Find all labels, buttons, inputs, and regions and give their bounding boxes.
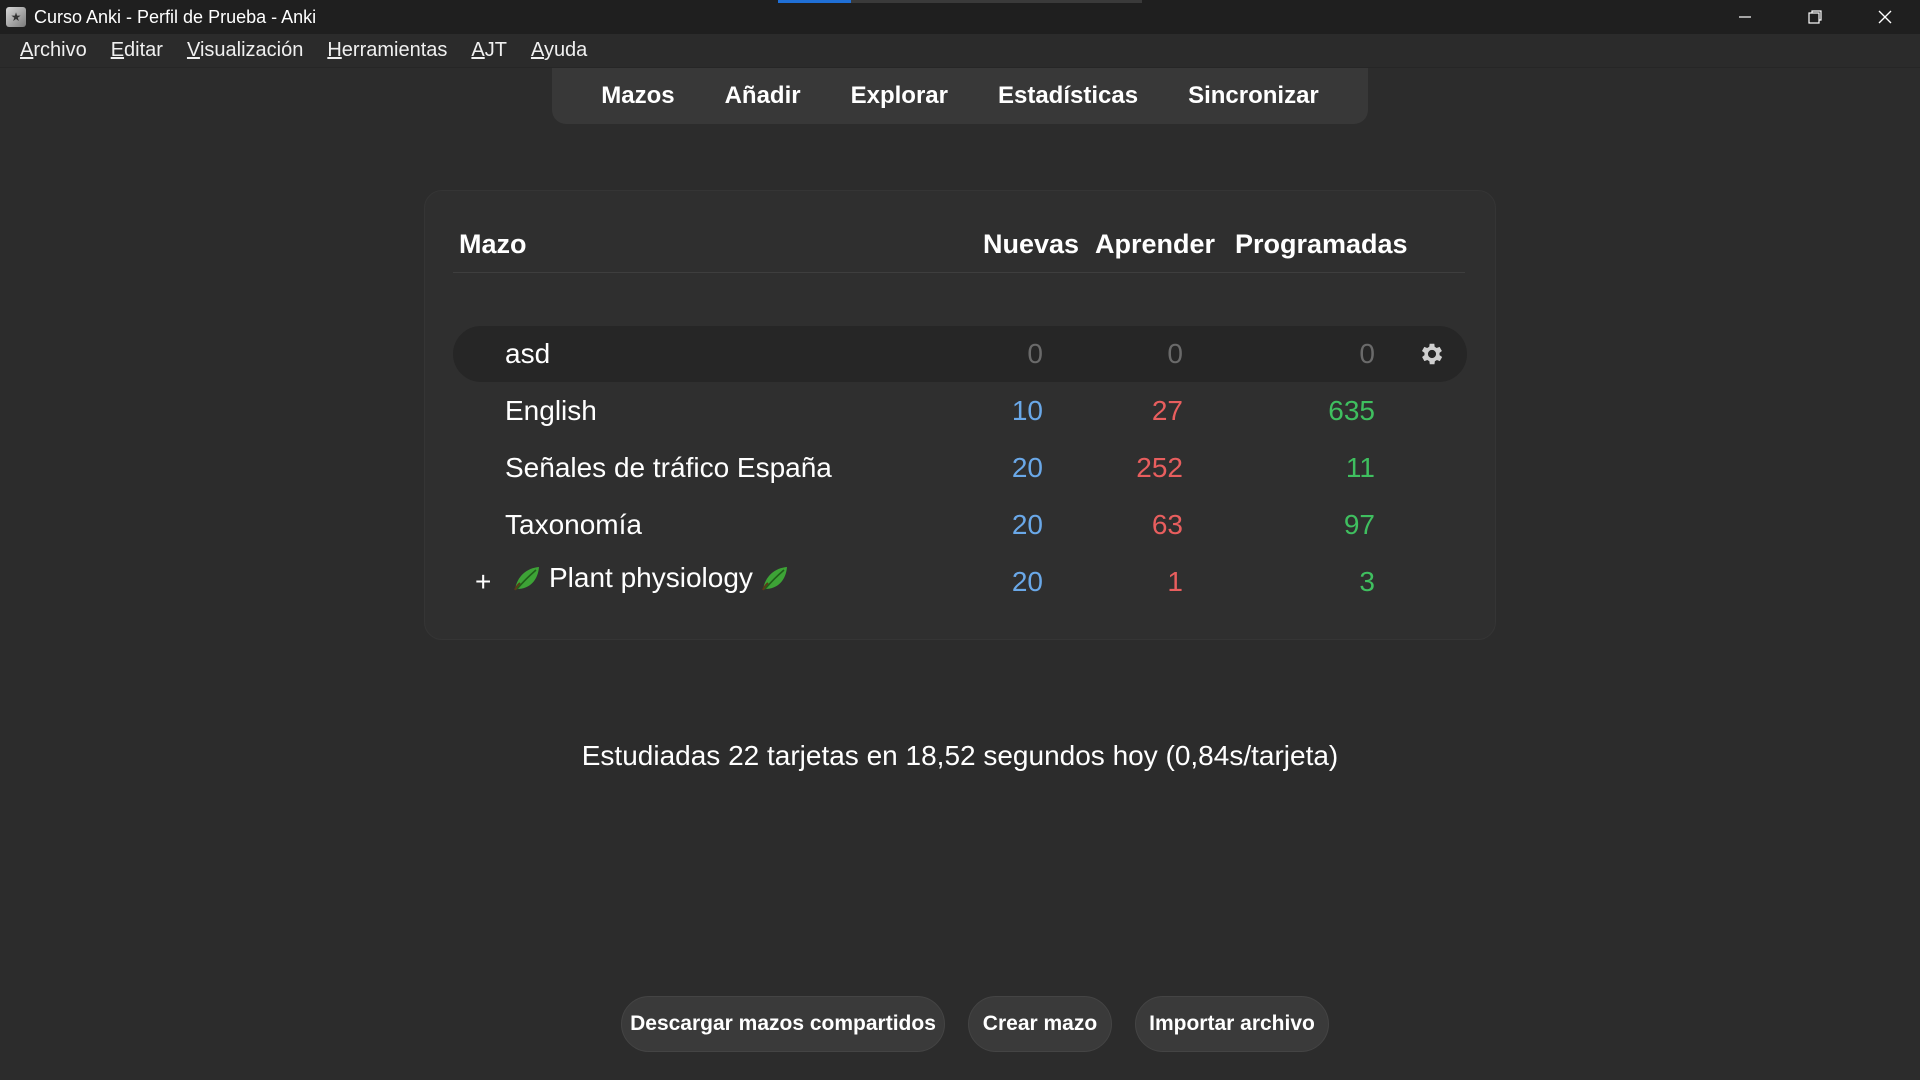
column-header-deck: Mazo xyxy=(459,229,527,259)
window-title: Curso Anki - Perfil de Prueba - Anki xyxy=(34,6,317,27)
leaf-icon xyxy=(761,567,787,591)
expand-deck-button[interactable]: + xyxy=(475,566,491,598)
deck-name[interactable]: Señales de tráfico España xyxy=(505,452,832,484)
deck-learn-count: 63 xyxy=(1151,509,1183,540)
deck-new-count: 20 xyxy=(1011,566,1043,597)
deck-row-senales[interactable]: Señales de tráfico España 20 252 11 xyxy=(453,440,1467,496)
deck-learn-count: 252 xyxy=(1136,452,1183,483)
toolbar-decks-link[interactable]: Mazos xyxy=(601,82,674,110)
toolbar-browse-link[interactable]: Explorar xyxy=(851,82,948,110)
import-file-button[interactable]: Importar archivo xyxy=(1135,996,1329,1052)
menu-ajt[interactable]: AJT xyxy=(459,39,519,62)
deck-new-count: 20 xyxy=(1011,509,1043,540)
deck-due-count: 635 xyxy=(1328,395,1375,426)
close-icon xyxy=(1878,10,1892,24)
deck-name[interactable]: English xyxy=(505,395,597,427)
minimize-button[interactable] xyxy=(1710,0,1780,34)
deck-row-asd[interactable]: asd 0 0 0 xyxy=(453,326,1467,382)
menu-archivo[interactable]: Archivo xyxy=(8,39,99,62)
deck-name[interactable]: Plant physiology xyxy=(549,562,753,594)
deck-due-count: 3 xyxy=(1359,566,1375,597)
menu-bar: Archivo Editar Visualización Herramienta… xyxy=(0,34,1920,68)
create-deck-button[interactable]: Crear mazo xyxy=(968,996,1112,1052)
deck-list: Mazo Nuevas Aprender Programadas asd 0 0… xyxy=(424,190,1496,640)
toolbar-add-link[interactable]: Añadir xyxy=(725,82,801,110)
close-button[interactable] xyxy=(1850,0,1920,34)
column-header-due: Programadas xyxy=(1235,229,1408,259)
deck-list-header: Mazo Nuevas Aprender Programadas xyxy=(453,191,1465,273)
deck-due-count: 97 xyxy=(1343,509,1375,540)
restore-button[interactable] xyxy=(1780,0,1850,34)
column-header-learn: Aprender xyxy=(1095,229,1216,259)
deck-new-count: 0 xyxy=(1027,338,1043,369)
sync-progress-bar xyxy=(778,0,1142,3)
deck-name[interactable]: asd xyxy=(505,338,550,370)
deck-learn-count: 1 xyxy=(1167,566,1183,597)
menu-herramientas[interactable]: Herramientas xyxy=(315,39,459,62)
anki-icon: ★ xyxy=(6,7,26,27)
deck-name[interactable]: Taxonomía xyxy=(505,509,642,541)
deck-new-count: 10 xyxy=(1011,395,1043,426)
restore-icon xyxy=(1808,10,1822,24)
leaf-icon xyxy=(514,567,539,591)
deck-row-taxonomia[interactable]: Taxonomía 20 63 97 xyxy=(453,497,1467,553)
study-stats-text: Estudiadas 22 tarjetas en 18,52 segundos… xyxy=(581,740,1339,771)
menu-editar[interactable]: Editar xyxy=(99,39,175,62)
title-bar: ★ Curso Anki - Perfil de Prueba - Anki xyxy=(0,0,1920,34)
deck-due-count: 11 xyxy=(1345,452,1375,483)
deck-learn-count: 0 xyxy=(1167,338,1183,369)
menu-ayuda[interactable]: Ayuda xyxy=(519,39,599,62)
deck-row-english[interactable]: English 10 27 635 xyxy=(453,383,1467,439)
deck-row-plant-physiology[interactable]: + Plant physiology 20 1 3 xyxy=(453,554,1467,610)
deck-options-gear-icon[interactable] xyxy=(1417,339,1447,369)
column-header-new: Nuevas xyxy=(983,229,1080,259)
toolbar-stats-link[interactable]: Estadísticas xyxy=(998,82,1138,110)
toolbar-sync-link[interactable]: Sincronizar xyxy=(1188,82,1319,110)
sync-progress-fill xyxy=(778,0,851,3)
deck-learn-count: 27 xyxy=(1151,395,1183,426)
menu-visualizacion[interactable]: Visualización xyxy=(175,39,315,62)
deck-new-count: 20 xyxy=(1011,452,1043,483)
main-toolbar: Mazos Añadir Explorar Estadísticas Sincr… xyxy=(552,68,1368,124)
deck-due-count: 0 xyxy=(1359,338,1375,369)
get-shared-decks-button[interactable]: Descargar mazos compartidos xyxy=(621,996,945,1052)
minimize-icon xyxy=(1739,16,1751,18)
